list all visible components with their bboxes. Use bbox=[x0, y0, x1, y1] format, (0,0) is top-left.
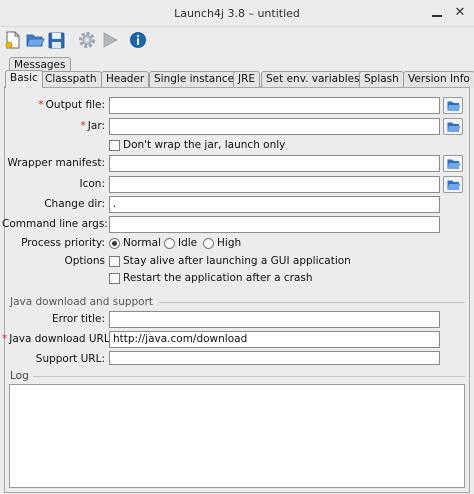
new-config-button[interactable] bbox=[4, 30, 24, 50]
cmd-args-field[interactable] bbox=[109, 216, 440, 233]
output-file-browse-button[interactable] bbox=[443, 97, 463, 114]
change-dir-label: Change dir: bbox=[44, 198, 105, 210]
jar-field[interactable] bbox=[109, 118, 440, 135]
icon-browse-button[interactable] bbox=[443, 176, 463, 193]
stay-alive-checkbox[interactable] bbox=[109, 256, 120, 267]
log-section-title: Log bbox=[10, 370, 29, 382]
jar-browse-button[interactable] bbox=[443, 118, 463, 135]
options-label: Options bbox=[64, 255, 105, 267]
gear-icon bbox=[79, 32, 95, 48]
folder-open-icon bbox=[447, 159, 461, 169]
tab-single-instance[interactable]: Single instance bbox=[149, 71, 240, 88]
info-icon bbox=[130, 32, 146, 48]
priority-high-label: High bbox=[217, 237, 242, 249]
error-title-label: Error title: bbox=[52, 313, 105, 325]
folder-open-icon bbox=[26, 34, 45, 47]
tab-splash[interactable]: Splash bbox=[359, 71, 404, 88]
change-dir-field[interactable]: . bbox=[109, 196, 440, 213]
open-config-button[interactable] bbox=[25, 30, 45, 50]
support-url-field[interactable] bbox=[109, 351, 440, 365]
test-wrapper-button[interactable] bbox=[100, 30, 120, 50]
tab-basic[interactable]: Basic bbox=[5, 70, 43, 88]
window-title: Launch4j 3.8 – untitled bbox=[174, 7, 300, 20]
icon-field[interactable] bbox=[109, 176, 440, 193]
support-url-label: Support URL: bbox=[35, 353, 105, 365]
icon-label: Icon: bbox=[79, 178, 106, 190]
priority-idle-radio[interactable] bbox=[164, 238, 175, 249]
build-wrapper-button[interactable] bbox=[77, 30, 97, 50]
required-marker: * bbox=[80, 120, 86, 132]
java-download-section-title: Java download and support bbox=[10, 296, 154, 308]
close-button[interactable]: ✕ bbox=[451, 3, 469, 23]
tab-classpath[interactable]: Classpath bbox=[40, 71, 102, 88]
wrapper-manifest-field[interactable] bbox=[109, 155, 440, 172]
minimize-button[interactable] bbox=[428, 3, 446, 23]
output-file-field[interactable] bbox=[109, 97, 440, 114]
dont-wrap-label: Don't wrap the jar, launch only bbox=[123, 139, 286, 151]
process-priority-label: Process priority: bbox=[21, 237, 105, 249]
save-config-button[interactable] bbox=[47, 30, 67, 50]
wrapper-manifest-label: Wrapper manifest: bbox=[7, 157, 105, 169]
restart-checkbox[interactable] bbox=[109, 273, 120, 284]
folder-open-icon bbox=[447, 101, 461, 111]
new-file-icon bbox=[5, 31, 20, 49]
required-marker: * bbox=[38, 99, 44, 111]
tab-header[interactable]: Header bbox=[101, 71, 150, 88]
tab-env-variables[interactable]: Set env. variables bbox=[261, 71, 365, 88]
jar-label: * Jar: bbox=[80, 120, 105, 132]
dont-wrap-checkbox[interactable] bbox=[109, 140, 120, 151]
tab-jre[interactable]: JRE bbox=[233, 71, 261, 88]
folder-open-icon bbox=[447, 122, 461, 132]
restart-label: Restart the application after a crash bbox=[123, 272, 313, 284]
folder-open-icon bbox=[447, 180, 461, 190]
priority-normal-radio[interactable] bbox=[109, 238, 120, 249]
save-icon bbox=[48, 32, 65, 49]
error-title-field[interactable] bbox=[109, 311, 440, 328]
java-download-url-label: * Java download URL: bbox=[2, 333, 114, 345]
required-marker: * bbox=[2, 333, 8, 345]
section-divider bbox=[159, 302, 465, 303]
tab-version-info[interactable]: Version Info bbox=[403, 71, 474, 88]
cmd-args-label: Command line args: bbox=[2, 218, 108, 230]
priority-normal-label: Normal bbox=[123, 237, 161, 249]
stay-alive-label: Stay alive after launching a GUI applica… bbox=[123, 255, 351, 267]
priority-idle-label: Idle bbox=[178, 237, 198, 249]
log-textarea[interactable] bbox=[9, 384, 465, 488]
priority-high-radio[interactable] bbox=[203, 238, 214, 249]
output-file-label: * Output file: bbox=[38, 99, 105, 111]
about-button[interactable] bbox=[128, 30, 148, 50]
play-icon bbox=[103, 32, 118, 48]
wrapper-manifest-browse-button[interactable] bbox=[443, 155, 463, 172]
log-divider bbox=[33, 376, 465, 377]
java-download-url-field[interactable]: http://java.com/download bbox=[109, 331, 440, 348]
